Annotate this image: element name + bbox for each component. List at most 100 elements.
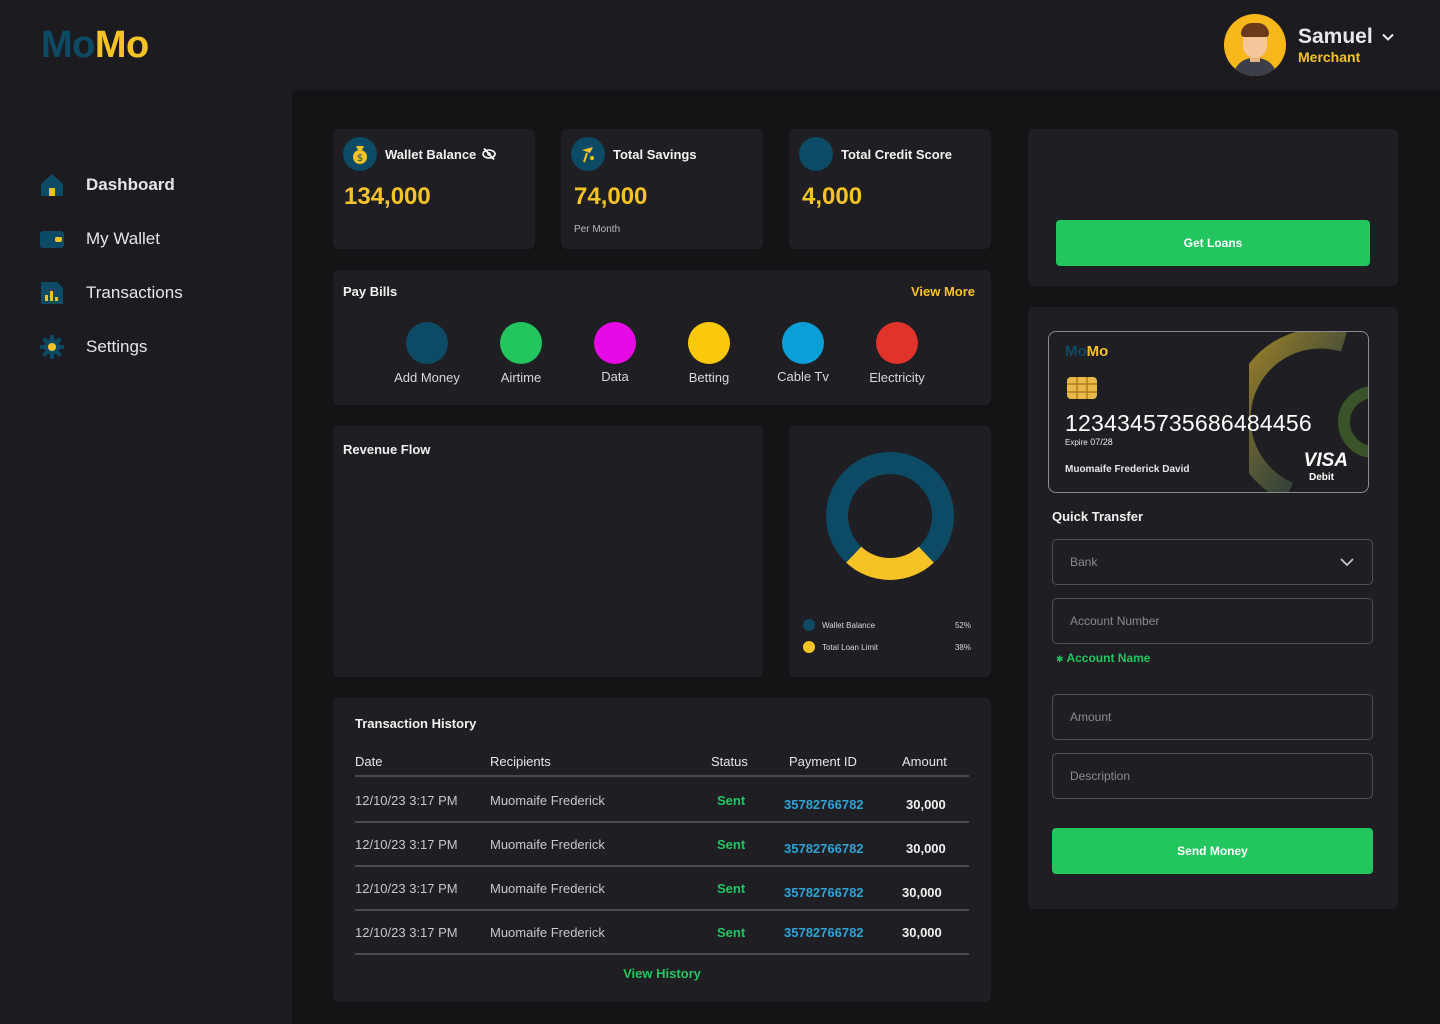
chevron-down-icon[interactable] (1381, 30, 1395, 44)
row-amount: 30,000 (902, 885, 942, 900)
airtime-icon (500, 322, 542, 364)
money-bag-icon: $ (343, 137, 377, 171)
card-expiry: Expire 07/28 (1065, 437, 1113, 447)
table-row[interactable]: 12/10/23 3:17 PM Muomaife Frederick Sent… (355, 911, 969, 955)
row-status: Sent (717, 793, 746, 808)
row-date: 12/10/23 3:17 PM (355, 881, 458, 896)
bill-airtime[interactable]: Airtime (476, 322, 566, 385)
visa-logo: VISA (1303, 450, 1348, 471)
row-payment-id[interactable]: 35782766782 (784, 797, 864, 812)
status-dot-icon: ✱ (1056, 654, 1064, 664)
wallet-icon (38, 225, 66, 253)
sidebar-item-transactions[interactable]: Transactions (38, 279, 183, 307)
bill-data[interactable]: Data (570, 322, 660, 384)
row-status: Sent (717, 925, 746, 940)
description-field[interactable]: Description (1052, 753, 1373, 799)
revenue-flow-title: Revenue Flow (343, 442, 431, 457)
get-loans-button[interactable]: Get Loans (1056, 220, 1370, 266)
row-amount: 30,000 (906, 797, 946, 812)
logo-part2: Mo (94, 24, 149, 66)
credit-score-icon (799, 137, 833, 171)
bill-label: Data (601, 369, 629, 384)
row-recipient: Muomaife Frederick (490, 881, 605, 896)
sidebar-item-dashboard[interactable]: Dashboard (38, 171, 175, 199)
amount-placeholder: Amount (1070, 710, 1112, 724)
total-savings-title: Total Savings (613, 146, 697, 162)
svg-text:$: $ (357, 153, 363, 164)
table-row[interactable]: 12/10/23 3:17 PM Muomaife Frederick Sent… (355, 823, 969, 867)
bill-cable-tv[interactable]: Cable Tv (758, 322, 848, 384)
bill-label: Electricity (869, 370, 925, 385)
send-money-button[interactable]: Send Money (1052, 828, 1373, 874)
legend-total-loan-limit: Total Loan Limit 38% (803, 641, 971, 653)
balance-donut-chart (826, 452, 954, 580)
row-payment-id[interactable]: 35782766782 (784, 885, 864, 900)
row-payment-id[interactable]: 35782766782 (784, 841, 864, 856)
betting-icon (688, 322, 730, 364)
cable-tv-icon (782, 322, 824, 364)
sidebar-item-settings[interactable]: Settings (38, 333, 147, 361)
bill-add-money[interactable]: Add Money (382, 322, 472, 385)
bank-select-placeholder: Bank (1070, 555, 1098, 569)
user-profile-menu[interactable]: Samuel Merchant (1224, 14, 1395, 76)
row-status: Sent (717, 837, 746, 852)
view-more-link[interactable]: View More (911, 284, 975, 299)
column-date: Date (355, 754, 383, 769)
avatar (1224, 14, 1286, 76)
legend-swatch (803, 641, 815, 653)
sidebar-item-label: Dashboard (86, 175, 175, 194)
column-amount: Amount (902, 754, 947, 769)
total-savings-card: Total Savings 74,000 Per Month (561, 129, 763, 249)
view-history-link[interactable]: View History (333, 966, 991, 981)
row-date: 12/10/23 3:17 PM (355, 925, 458, 940)
donut-segment-total-loan-limit (846, 546, 934, 580)
total-savings-period: Per Month (574, 224, 621, 235)
row-status: Sent (717, 881, 746, 896)
legend-wallet-balance: Wallet Balance 52% (803, 619, 971, 631)
sidebar-item-label: Settings (86, 337, 148, 356)
row-recipient: Muomaife Frederick (490, 793, 605, 808)
card-holder-name: Muomaife Frederick David (1065, 464, 1190, 475)
legend-label: Wallet Balance (822, 620, 876, 630)
bill-label: Cable Tv (777, 369, 829, 384)
data-icon (594, 322, 636, 364)
column-recipients: Recipients (490, 754, 551, 769)
gear-icon (38, 333, 66, 361)
user-role: Merchant (1298, 49, 1361, 65)
amount-field[interactable]: Amount (1052, 694, 1373, 740)
top-bar: MoMo Samuel Merchant (0, 0, 1440, 90)
table-row[interactable]: 12/10/23 3:17 PM Muomaife Frederick Sent… (355, 867, 969, 911)
wallet-balance-title: Wallet Balance (385, 146, 477, 162)
eye-off-icon[interactable] (482, 147, 497, 161)
logo-part1: Mo (41, 24, 95, 66)
card-brand-part2: Mo (1086, 343, 1109, 360)
row-date: 12/10/23 3:17 PM (355, 793, 458, 808)
chevron-down-icon (1340, 558, 1354, 567)
loans-card: Get Loans (1028, 129, 1398, 286)
card-expiry-label: Expire (1065, 438, 1088, 447)
card-type: Debit (1309, 472, 1334, 483)
row-payment-id[interactable]: 35782766782 (784, 925, 864, 940)
balance-donut-card: Wallet Balance 52% Total Loan Limit 38% (789, 426, 991, 677)
bill-betting[interactable]: Betting (664, 322, 754, 385)
account-number-field[interactable]: Account Number (1052, 598, 1373, 644)
wallet-balance-value: 134,000 (344, 183, 431, 210)
column-payment-id: Payment ID (789, 754, 857, 769)
row-recipient: Muomaife Frederick (490, 837, 605, 852)
table-row[interactable]: 12/10/23 3:17 PM Muomaife Frederick Sent… (355, 779, 969, 823)
table-header: Date Recipients Status Payment ID Amount (355, 754, 969, 777)
bill-label: Add Money (394, 370, 460, 385)
bank-select[interactable]: Bank (1052, 539, 1373, 585)
transactions-icon (38, 279, 66, 307)
row-recipient: Muomaife Frederick (490, 925, 605, 940)
sidebar-item-label: Transactions (86, 283, 183, 302)
sidebar-item-my-wallet[interactable]: My Wallet (38, 225, 160, 253)
revenue-flow-card: Revenue Flow (333, 426, 763, 677)
legend-label: Total Loan Limit (822, 642, 879, 652)
app-logo[interactable]: MoMo (41, 24, 149, 67)
home-icon (38, 171, 66, 199)
bill-electricity[interactable]: Electricity (852, 322, 942, 385)
card-number: 1234345735686484456 (1065, 410, 1312, 436)
account-name-label: Account Name (1066, 651, 1151, 665)
card-chip-icon (1067, 377, 1097, 399)
